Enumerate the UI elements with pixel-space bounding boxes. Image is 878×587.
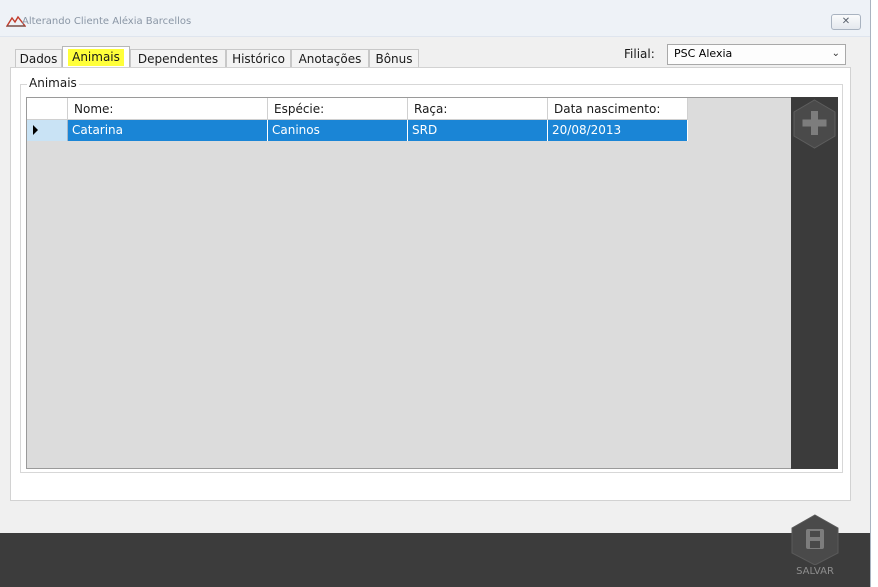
tab-label: Animais — [68, 49, 124, 66]
groupbox-title: Animais — [27, 76, 79, 90]
tab-bonus[interactable]: Bônus — [369, 49, 419, 68]
client-edit-window: Alterando Cliente Aléxia Barcellos ✕ Dad… — [0, 0, 871, 587]
grid-corner — [27, 98, 68, 120]
floppy-disk-icon — [806, 529, 824, 549]
column-header-data-nascimento[interactable]: Data nascimento: — [548, 98, 688, 120]
column-header-especie[interactable]: Espécie: — [268, 98, 408, 120]
current-row-arrow-icon — [33, 125, 38, 135]
tab-label: Histórico — [232, 52, 285, 66]
save-hexagon — [791, 514, 839, 566]
close-icon: ✕ — [841, 16, 851, 27]
add-animal-button[interactable] — [791, 97, 838, 152]
cell-nome[interactable]: Catarina — [68, 120, 268, 141]
footer-bar — [0, 533, 870, 587]
save-button[interactable]: SALVAR — [786, 513, 844, 585]
tab-label: Dados — [19, 52, 58, 66]
row-selector[interactable] — [27, 120, 68, 141]
tab-label: Dependentes — [137, 52, 219, 66]
close-button[interactable]: ✕ — [831, 14, 861, 30]
chevron-down-icon: ⌄ — [831, 48, 840, 59]
save-label: SALVAR — [796, 566, 834, 577]
filial-label: Filial: — [624, 47, 655, 61]
grid-action-sidebar — [791, 97, 838, 469]
window-title: Alterando Cliente Aléxia Barcellos — [22, 16, 192, 27]
filial-select[interactable]: PSC Alexia ⌄ — [667, 44, 846, 65]
filial-value: PSC Alexia — [674, 47, 733, 60]
tab-dependentes[interactable]: Dependentes — [130, 49, 226, 68]
title-bar: Alterando Cliente Aléxia Barcellos ✕ — [0, 0, 870, 37]
cell-raca[interactable]: SRD — [408, 120, 548, 141]
tab-label: Bônus — [375, 52, 413, 66]
tab-dados[interactable]: Dados — [15, 49, 62, 68]
animais-grid: Nome: Espécie: Raça: Data nascimento: Ca… — [26, 97, 792, 469]
cell-data-nascimento[interactable]: 20/08/2013 — [548, 120, 688, 141]
tab-label: Anotações — [298, 52, 362, 66]
column-header-raca[interactable]: Raça: — [408, 98, 548, 120]
tab-animais[interactable]: Animais — [62, 46, 130, 68]
cell-especie[interactable]: Caninos — [268, 120, 408, 141]
tab-anotacoes[interactable]: Anotações — [291, 49, 369, 68]
tab-historico[interactable]: Histórico — [226, 49, 291, 68]
column-header-nome[interactable]: Nome: — [68, 98, 268, 120]
